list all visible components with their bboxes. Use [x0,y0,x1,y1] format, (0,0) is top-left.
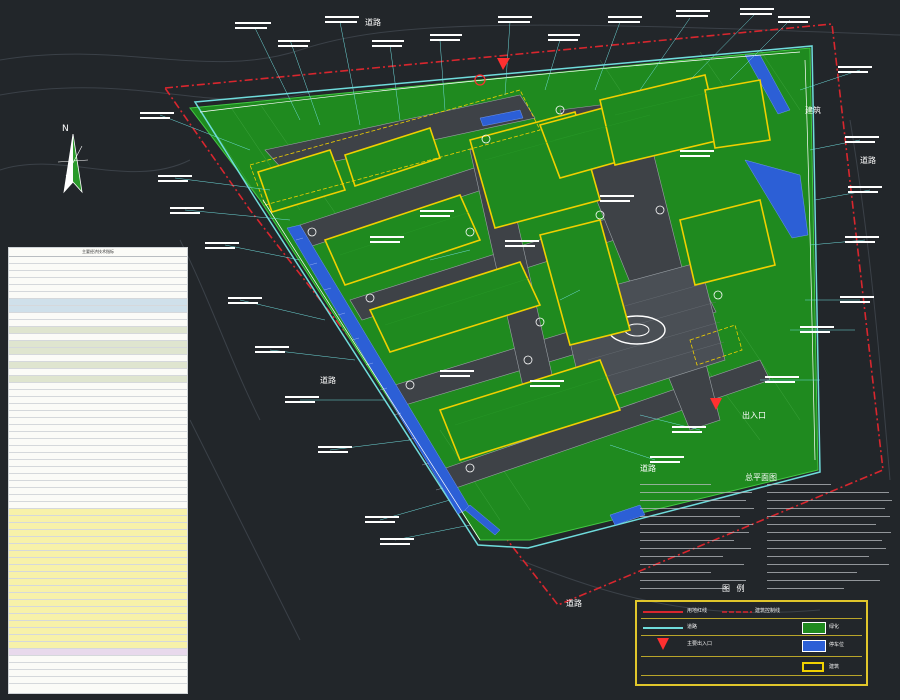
table-row [9,271,187,278]
table-row [9,313,187,320]
north-arrow-icon [57,133,89,194]
legend-title: 图 例 [722,584,747,593]
table-row [9,418,187,425]
table-row [9,355,187,362]
legend-swatch-red-line [643,611,683,613]
legend-divider [641,635,862,636]
notes-column-left [640,484,758,596]
table-row [9,390,187,397]
table-row [9,670,187,677]
legend-label: 建筑控制线 [755,608,781,614]
table-row [9,320,187,327]
table-row [9,257,187,264]
table-row [9,593,187,600]
design-notes [632,470,900,600]
table-row [9,607,187,614]
table-row [9,481,187,488]
legend-label: 停车位 [829,642,845,648]
table-row [9,446,187,453]
table-row [9,544,187,551]
table-row [9,509,187,516]
table-row [9,306,187,313]
table-row [9,341,187,348]
table-row [9,264,187,271]
map-label: 道路 [320,376,336,385]
table-row [9,579,187,586]
table-row [9,425,187,432]
table-row [9,404,187,411]
legend-label: 用地红线 [687,608,708,614]
table-row [9,285,187,292]
table-row [9,677,187,684]
legend-box: 用地红线 建筑控制线 道路 绿化 主要出入口 停车位 建筑 [635,600,868,686]
table-row [9,551,187,558]
table-row [9,397,187,404]
table-row [9,565,187,572]
table-row [9,439,187,446]
table-row [9,600,187,607]
legend-swatch-red-arrow [657,638,669,650]
legend-swatch-red-dash [722,611,752,613]
table-row [9,292,187,299]
table-row [9,467,187,474]
table-row [9,516,187,523]
map-label: 建筑 [805,106,821,115]
table-row [9,299,187,306]
table-row [9,327,187,334]
table-row [9,362,187,369]
table-row [9,453,187,460]
table-row [9,523,187,530]
table-row [9,411,187,418]
map-label: 道路 [860,156,876,165]
table-row [9,474,187,481]
table-row [9,558,187,565]
legend-divider [641,618,862,619]
legend-label: 道路 [687,624,698,630]
legend-swatch-blue [802,640,826,652]
legend-label: 主要出入口 [687,641,713,647]
table-row [9,334,187,341]
table-row [9,348,187,355]
table-row [9,369,187,376]
table-row [9,614,187,621]
table-row [9,649,187,656]
legend-divider [641,675,862,676]
table-row [9,278,187,285]
table-row [9,432,187,439]
north-label: N [62,124,69,134]
table-row [9,460,187,467]
legend-swatch-yellow-box [802,662,824,672]
table-row [9,488,187,495]
table-row [9,537,187,544]
notes-column-right [767,484,895,596]
table-title: 主要经济技术指标 [9,248,187,257]
building-h [704,79,771,149]
legend-label: 绿化 [829,624,840,630]
table-row [9,530,187,537]
legend-swatch-cyan-line [643,627,683,629]
table-row [9,656,187,663]
table-row [9,383,187,390]
table-row [9,495,187,502]
table-row [9,628,187,635]
map-label: 道路 [566,599,582,608]
table-row [9,572,187,579]
legend-label: 建筑 [829,664,840,670]
table-row [9,663,187,670]
table-row [9,376,187,383]
table-row [9,586,187,593]
legend-divider [641,656,862,657]
table-row [9,635,187,642]
map-label: 出入口 [742,411,766,420]
table-row [9,642,187,649]
table-row [9,502,187,509]
legend-swatch-green [802,622,826,634]
cad-site-plan-viewer: N 道路 建筑 道路 道路 道路 道路 出入口 主要经济技术指标 总平面图 图 … [0,0,900,700]
map-label: 道路 [365,18,381,27]
economic-indicators-table: 主要经济技术指标 [8,247,188,694]
table-row [9,621,187,628]
